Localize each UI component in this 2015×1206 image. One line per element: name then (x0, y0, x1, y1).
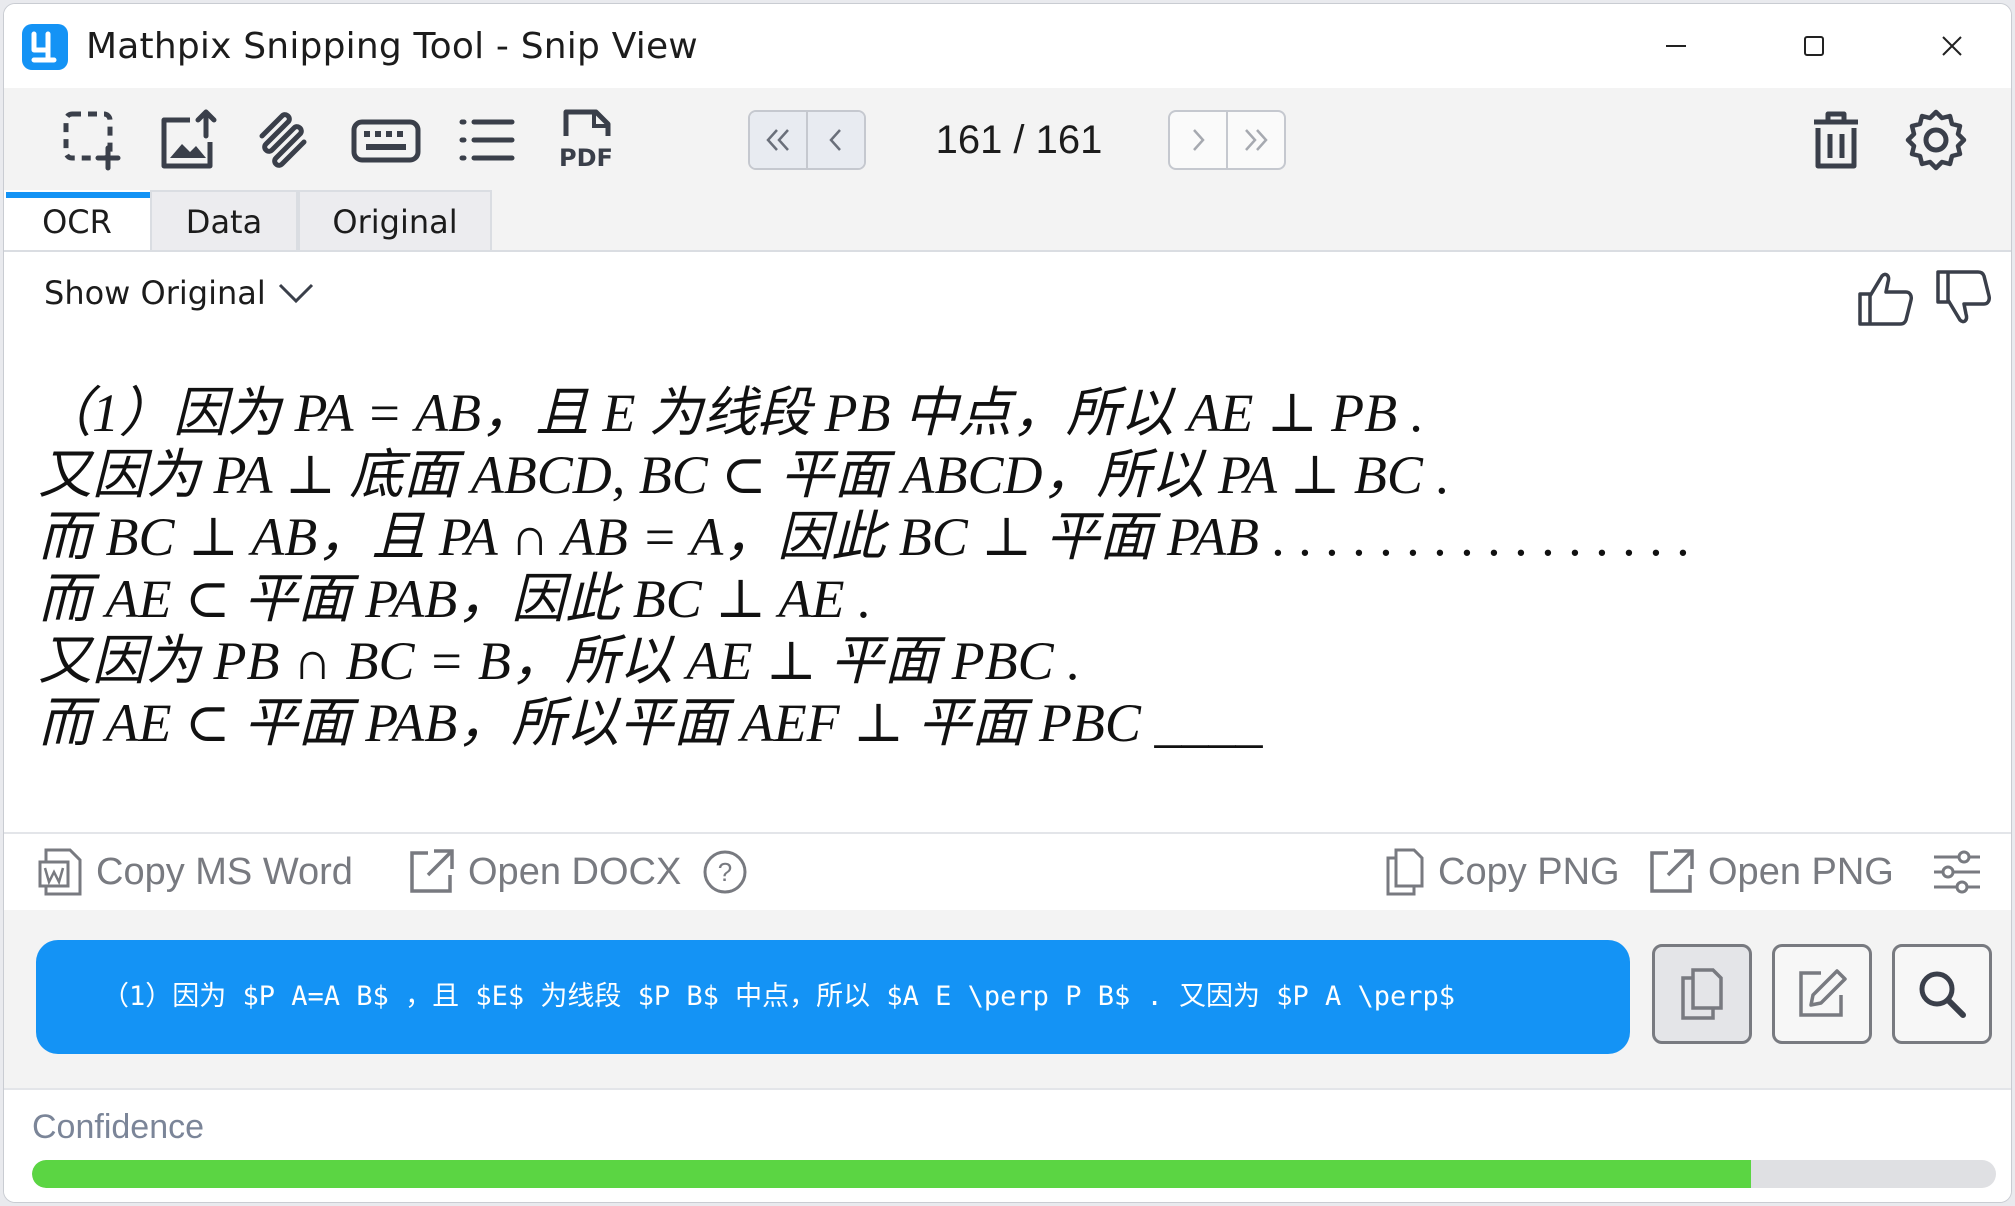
maximize-icon (1804, 36, 1824, 56)
math-line: 又因为 PA ⊥ 底面 ABCD, BC ⊂ 平面 ABCD，所以 PA ⊥ B… (38, 445, 1450, 505)
math-line: 而 AE ⊂ 平面 PAB，因此 BC ⊥ AE . (38, 569, 872, 629)
edit-latex-button[interactable] (1772, 944, 1872, 1044)
chevron-left-icon (829, 129, 841, 151)
toolbar: PDF 161 / 161 (4, 88, 2011, 190)
show-original-label: Show Original (44, 274, 266, 312)
copy-png-button[interactable]: Copy PNG (1382, 844, 1620, 900)
tab-bar: OCR Data Original (4, 190, 2011, 252)
latex-panel: （1）因为 $P A=A B$ ，且 $E$ 为线段 $P B$ 中点，所以 $… (4, 910, 2011, 1088)
pdf-icon-label: PDF (559, 144, 613, 172)
copy-png-label: Copy PNG (1438, 850, 1620, 893)
handwriting-button[interactable] (254, 108, 318, 172)
title-bar: Mathpix Snipping Tool - Snip View (4, 4, 2011, 88)
tab-ocr[interactable]: OCR (4, 190, 152, 250)
nav-back-group (748, 110, 866, 170)
tab-data-label: Data (185, 203, 263, 241)
open-png-button[interactable]: Open PNG (1646, 844, 1894, 900)
sliders-icon (1934, 850, 1980, 894)
search-button[interactable] (1892, 944, 1992, 1044)
trash-icon (1814, 111, 1858, 169)
double-chevron-left-icon (766, 129, 789, 151)
settings-button[interactable] (1904, 108, 1968, 172)
math-line: 又因为 PB ∩ BC = B，所以 AE ⊥ 平面 PBC . (38, 631, 1081, 691)
delete-button[interactable] (1804, 108, 1868, 172)
app-window: Mathpix Snipping Tool - Snip View PDF 16… (3, 3, 2012, 1203)
show-original-toggle[interactable]: Show Original (44, 274, 316, 312)
help-button[interactable]: ? (702, 844, 748, 900)
thumbs-down-button[interactable] (1934, 268, 1994, 328)
format-settings-button[interactable] (1932, 844, 1982, 900)
close-icon (1942, 36, 1962, 56)
thumbs-down-icon (1936, 270, 1991, 324)
nav-forward-group (1168, 110, 1286, 170)
tab-data[interactable]: Data (150, 190, 298, 250)
copy-icon (1681, 968, 1723, 1020)
copy-ms-word-label: Copy MS Word (96, 850, 353, 893)
confidence-bar (32, 1160, 1996, 1188)
keyboard-button[interactable] (350, 108, 421, 172)
edit-icon (1799, 969, 1847, 1017)
open-docx-label: Open DOCX (468, 850, 682, 893)
first-page-button[interactable] (750, 112, 806, 168)
math-line: （1）因为 PA = AB，且 E 为线段 PB 中点，所以 AE ⊥ PB . (38, 383, 1425, 443)
next-page-button[interactable] (1170, 112, 1226, 168)
screen-snip-icon (63, 111, 121, 171)
confidence-label: Confidence (32, 1108, 205, 1146)
export-actions: Copy MS Word Open DOCX ? Copy PNG Open P… (4, 832, 2011, 912)
open-docx-button[interactable]: Open DOCX (406, 844, 681, 900)
math-line: 而 AE ⊂ 平面 PAB，所以平面 AEF ⊥ 平面 PBC ____ (38, 693, 1263, 753)
copy-latex-button[interactable] (1652, 944, 1752, 1044)
word-doc-icon (38, 848, 82, 896)
copy-icon (1386, 848, 1424, 896)
pdf-icon: PDF (559, 109, 613, 172)
upload-image-icon (161, 109, 217, 169)
minimize-icon (1666, 45, 1686, 47)
external-link-icon (410, 849, 454, 893)
last-page-button[interactable] (1226, 112, 1284, 168)
search-icon (1919, 971, 1966, 1018)
maximize-button[interactable] (1784, 22, 1844, 70)
handwriting-icon (259, 112, 307, 168)
chevron-right-icon (1193, 129, 1205, 151)
upload-image-button[interactable] (156, 108, 220, 172)
copy-ms-word-button[interactable]: Copy MS Word (36, 844, 353, 900)
previous-page-button[interactable] (806, 112, 864, 168)
external-link-icon (1650, 849, 1694, 893)
mathpix-logo-icon (22, 24, 68, 70)
screen-snip-button[interactable] (60, 108, 124, 172)
tab-original[interactable]: Original (298, 190, 492, 250)
double-chevron-right-icon (1245, 129, 1268, 151)
thumbs-up-button[interactable] (1856, 268, 1916, 328)
help-icon-glyph: ? (718, 857, 732, 887)
latex-output[interactable]: （1）因为 $P A=A B$ ，且 $E$ 为线段 $P B$ 中点，所以 $… (36, 940, 1630, 1054)
chevron-down-icon (278, 283, 313, 304)
active-tab-indicator (6, 192, 152, 198)
close-button[interactable] (1922, 22, 1982, 70)
gear-icon (1905, 109, 1967, 171)
window-title: Mathpix Snipping Tool - Snip View (86, 26, 698, 67)
confidence-bar-fill (32, 1160, 1751, 1188)
tab-ocr-label: OCR (42, 203, 112, 241)
rendered-math: （1）因为 PA = AB，且 E 为线段 PB 中点，所以 AE ⊥ PB .… (38, 382, 1938, 754)
page-counter: 161 / 161 (935, 118, 1103, 162)
open-png-label: Open PNG (1708, 850, 1894, 893)
keyboard-icon (351, 119, 421, 163)
math-line: 而 BC ⊥ AB，且 PA ∩ AB = A，因此 BC ⊥ 平面 PAB .… (38, 507, 1692, 567)
pdf-button[interactable]: PDF (556, 108, 620, 172)
tab-original-label: Original (332, 203, 458, 241)
confidence-panel: Confidence (4, 1088, 2011, 1202)
list-button[interactable] (456, 108, 520, 172)
ocr-result-panel: Show Original （1）因为 PA = AB，且 E 为线段 PB 中… (4, 252, 2011, 832)
thumbs-up-icon (1858, 272, 1913, 326)
list-icon (459, 119, 515, 161)
minimize-button[interactable] (1646, 22, 1706, 70)
help-icon: ? (703, 850, 747, 894)
